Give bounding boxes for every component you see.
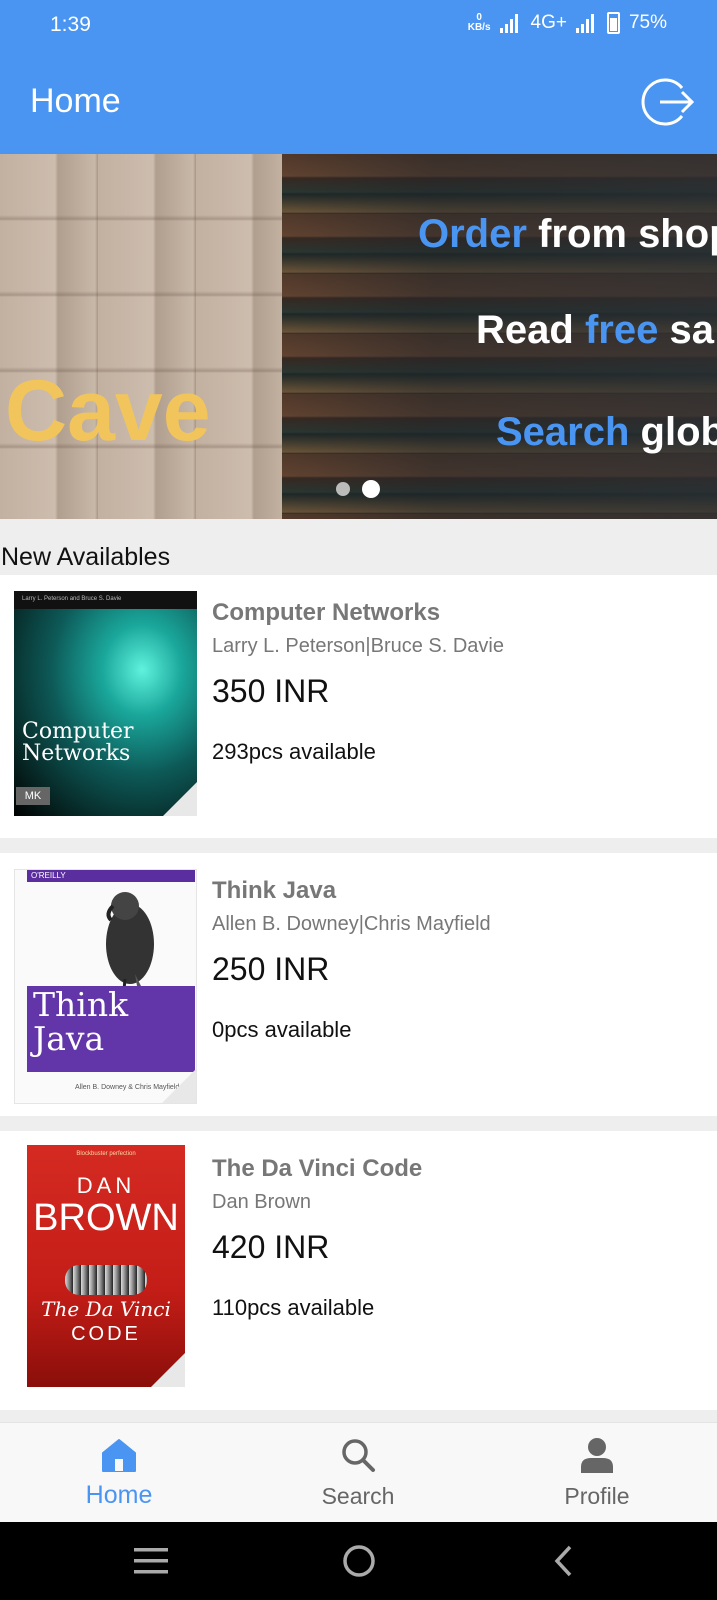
book-cover: O'REILLY Think Java Allen B. Downey & Ch…: [14, 869, 197, 1104]
banner-line-order: Order from shop: [418, 212, 717, 257]
section-title: New Availables: [1, 543, 171, 571]
cryptex-image: [65, 1265, 147, 1295]
cover-title-line: Java: [33, 1019, 105, 1058]
section-header: New Availables: [0, 519, 717, 575]
cover-title: Computer Networks: [22, 721, 134, 765]
book-authors: Allen B. Downey|Chris Mayfield: [212, 913, 491, 935]
network-speed: 0 KB/s: [468, 13, 491, 33]
nav-label: Search: [321, 1483, 395, 1509]
status-time: 1:39: [50, 13, 91, 36]
banner-highlight: Order: [418, 212, 527, 256]
cover-title: Think Java: [33, 988, 128, 1056]
cover-title-line: CODE: [71, 1323, 141, 1345]
carousel-dot[interactable]: [336, 482, 350, 496]
book-authors: Dan Brown: [212, 1191, 311, 1213]
banner-highlight: Search: [496, 410, 630, 454]
banner-text: sa: [669, 308, 714, 352]
book-price: 250 INR: [212, 951, 330, 987]
banner-line-search: Search glob: [496, 410, 717, 455]
carousel-dot-active[interactable]: [362, 480, 380, 498]
cover-title-line: Think: [33, 985, 129, 1024]
promo-banner[interactable]: Cave Order from shop Read free sa Search…: [0, 154, 717, 519]
book-authors: Larry L. Peterson|Bruce S. Davie: [212, 635, 504, 657]
home-icon: [102, 1439, 136, 1472]
cover-publisher: O'REILLY: [27, 870, 195, 882]
cover-author-first: DAN: [76, 1173, 136, 1198]
cover-author-line: Larry L. Peterson and Bruce S. Davie: [14, 591, 197, 609]
book-price: 350 INR: [212, 673, 330, 709]
book-cover: Larry L. Peterson and Bruce S. Davie Com…: [14, 591, 197, 816]
signal-icon-2: [575, 13, 598, 33]
app-bar: Home: [0, 52, 717, 154]
banner-text: glob: [640, 410, 717, 454]
page-curl: [151, 1353, 185, 1387]
back-icon[interactable]: [552, 1544, 576, 1578]
cover-tagline: Blockbuster perfection: [76, 1151, 136, 1157]
book-card[interactable]: O'REILLY Think Java Allen B. Downey & Ch…: [0, 853, 717, 1116]
banner-image-left: [0, 154, 282, 519]
book-price: 420 INR: [212, 1229, 330, 1265]
book-cover: Blockbuster perfection DAN BROWN The Da …: [27, 1145, 185, 1387]
menu-icon[interactable]: [134, 1546, 168, 1576]
page-title: Home: [30, 82, 121, 120]
book-card[interactable]: Larry L. Peterson and Bruce S. Davie Com…: [0, 575, 717, 838]
home-button-icon[interactable]: [342, 1544, 376, 1578]
book-availability: 110pcs available: [212, 1295, 375, 1320]
banner-line-read: Read free sa: [476, 308, 714, 353]
status-bar: 1:39 0 KB/s 4G+ 75%: [0, 0, 717, 52]
book-title: The Da Vinci Code: [212, 1155, 423, 1182]
search-icon: [342, 1439, 375, 1472]
battery-icon: [606, 12, 620, 34]
banner-highlight: free: [584, 308, 659, 352]
banner-text: Read: [476, 308, 574, 352]
network-type: 4G+: [530, 12, 567, 33]
signal-icon: [499, 13, 522, 33]
system-navigation-bar: [0, 1522, 717, 1600]
carousel-indicator: [336, 480, 380, 498]
cover-title-line: Networks: [22, 741, 131, 766]
book-card[interactable]: Blockbuster perfection DAN BROWN The Da …: [0, 1131, 717, 1410]
book-availability: 293pcs available: [212, 739, 376, 764]
nav-label: Profile: [564, 1483, 630, 1509]
page-curl: [162, 1069, 196, 1103]
brand-text: Cave: [5, 363, 211, 459]
bottom-navigation: Home Search Profile: [0, 1422, 717, 1522]
status-icons: 0 KB/s 4G+ 75%: [468, 12, 667, 34]
book-title: Computer Networks: [212, 599, 441, 626]
logout-icon[interactable]: [638, 74, 694, 130]
nav-profile[interactable]: Profile: [517, 1423, 677, 1523]
banner-text: from shop: [538, 212, 717, 256]
battery-level: 75%: [628, 12, 667, 33]
nav-home[interactable]: Home: [39, 1423, 199, 1523]
cover-title-line: The Da Vinci: [41, 1297, 171, 1321]
nav-label: Home: [85, 1481, 153, 1509]
cover-publisher: MK: [16, 787, 50, 805]
cover-author-last: BROWN: [33, 1197, 179, 1239]
profile-icon: [581, 1438, 613, 1473]
page-curl: [163, 782, 197, 816]
cover-title-line: Computer: [22, 719, 134, 744]
nav-search[interactable]: Search: [278, 1423, 438, 1523]
book-availability: 0pcs available: [212, 1017, 352, 1042]
book-title: Think Java: [212, 877, 337, 904]
speed-unit: KB/s: [467, 22, 491, 33]
